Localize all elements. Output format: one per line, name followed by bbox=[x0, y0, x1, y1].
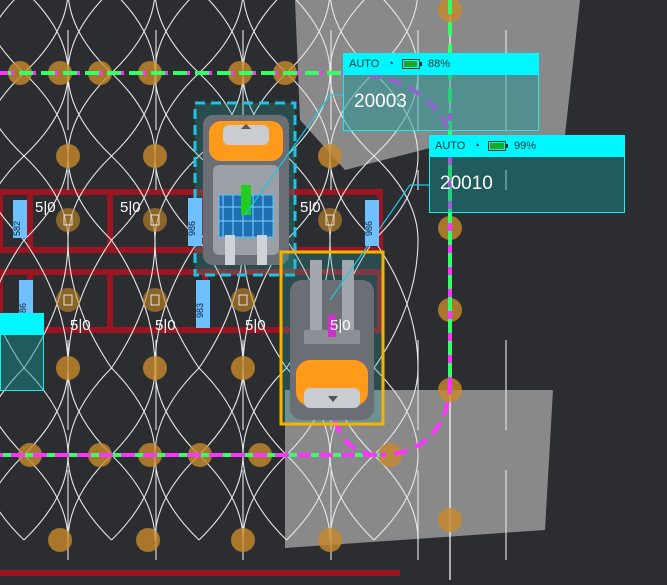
svg-text:986: 986 bbox=[187, 221, 197, 236]
bin-slot-label: 5|0 bbox=[70, 317, 91, 334]
svg-text:582: 582 bbox=[12, 221, 22, 236]
bin-slot-label: 5|0 bbox=[245, 317, 266, 334]
wifi-icon: ◔ bbox=[387, 58, 395, 70]
route-node[interactable] bbox=[438, 508, 462, 532]
robot-status-body: 20003 bbox=[343, 75, 539, 131]
route-node[interactable] bbox=[318, 528, 342, 552]
storage-slot[interactable] bbox=[56, 288, 80, 312]
robot-status-card[interactable]: AUTO ◔ 88% 20003 bbox=[343, 53, 539, 131]
route-node[interactable] bbox=[143, 356, 167, 380]
route-node[interactable] bbox=[231, 528, 255, 552]
robot-status-header: AUTO ◔ 88% bbox=[343, 53, 539, 75]
route-node[interactable] bbox=[136, 528, 160, 552]
aisle-tag: 983 bbox=[195, 280, 210, 328]
robot-id: 20010 bbox=[440, 173, 493, 194]
storage-slot[interactable] bbox=[318, 208, 342, 232]
robot-status-header: AUTO ◔ 99% bbox=[429, 135, 625, 157]
robot-mode: AUTO bbox=[349, 58, 380, 70]
storage-slot[interactable] bbox=[143, 288, 167, 312]
robot-id: 20003 bbox=[354, 91, 407, 112]
forklift-robot[interactable] bbox=[290, 260, 374, 420]
route-node[interactable] bbox=[56, 356, 80, 380]
robot-status-card[interactable] bbox=[0, 313, 44, 391]
route-node[interactable] bbox=[56, 144, 80, 168]
route-node[interactable] bbox=[318, 144, 342, 168]
bin-slot-label: 5|0 bbox=[35, 199, 56, 216]
storage-slot[interactable] bbox=[143, 208, 167, 232]
map-canvas[interactable]: 582 986 983 986 986 5|0 5|0 5|0 5|0 5|0 … bbox=[0, 0, 667, 580]
robot-status-header bbox=[0, 313, 44, 335]
route-node[interactable] bbox=[143, 144, 167, 168]
bin-slot-label: 5|0 bbox=[330, 317, 351, 334]
robot-status-card[interactable]: AUTO ◔ 99% 20010 bbox=[429, 135, 625, 213]
robot-mode: AUTO bbox=[435, 140, 466, 152]
robot-status-body: 20010 bbox=[429, 157, 625, 213]
route-node[interactable] bbox=[48, 528, 72, 552]
bin-slot-label: 5|0 bbox=[120, 199, 141, 216]
warehouse-map[interactable]: 582 986 983 986 986 5|0 5|0 5|0 5|0 5|0 … bbox=[0, 0, 667, 580]
storage-slot[interactable] bbox=[231, 288, 255, 312]
storage-slot[interactable] bbox=[56, 208, 80, 232]
battery-icon bbox=[488, 141, 509, 151]
svg-text:986: 986 bbox=[364, 221, 374, 236]
forklift-robot[interactable] bbox=[203, 115, 289, 265]
route-node[interactable] bbox=[231, 356, 255, 380]
bin-slot-label: 5|0 bbox=[300, 199, 321, 216]
bin-slot-label: 5|0 bbox=[155, 317, 176, 334]
aisle-tag: 582 bbox=[12, 200, 27, 238]
battery-percent: 88% bbox=[428, 58, 451, 70]
aisle-tag: 986 bbox=[187, 198, 202, 246]
aisle-tag: 986 bbox=[364, 200, 379, 246]
battery-icon bbox=[402, 59, 423, 69]
svg-text:983: 983 bbox=[195, 303, 205, 318]
robot-status-body bbox=[0, 335, 44, 391]
battery-percent: 99% bbox=[514, 140, 537, 152]
wifi-icon: ◔ bbox=[473, 140, 481, 152]
